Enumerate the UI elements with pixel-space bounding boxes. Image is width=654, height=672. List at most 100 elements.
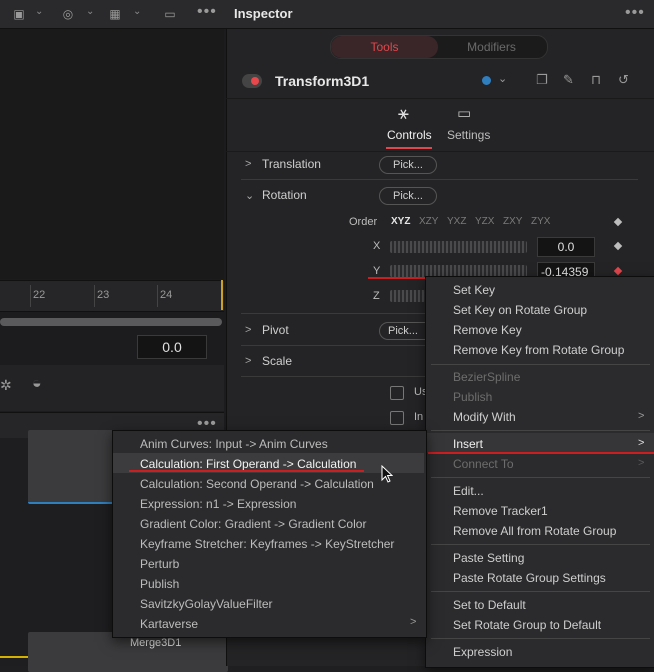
menu-separator [431, 477, 650, 478]
order-option[interactable]: ZXY [503, 216, 522, 227]
submenu-item[interactable]: Expression: n1 -> Expression [140, 497, 296, 511]
reset-icon[interactable]: ↺ [618, 72, 629, 88]
submenu-item[interactable]: Keyframe Stretcher: Keyframes -> KeyStre… [140, 537, 394, 551]
lock-icon[interactable]: ⊓ [591, 72, 601, 88]
time-ruler[interactable]: 22 23 24 [0, 280, 224, 312]
submenu-item[interactable]: Calculation: First Operand -> Calculatio… [140, 457, 356, 471]
chevron-right-icon: > [638, 457, 645, 469]
tick-line [157, 285, 158, 307]
chevron-down-icon[interactable]: ⌄ [35, 6, 43, 17]
submenu-item[interactable]: Gradient Color: Gradient -> Gradient Col… [140, 517, 366, 531]
order-option[interactable]: XYZ [391, 216, 410, 227]
divider [241, 345, 425, 346]
grid-icon[interactable]: ▦ [108, 7, 122, 21]
time-value-field[interactable]: 0.0 [137, 335, 207, 359]
chevron-down-icon[interactable]: ⌄ [86, 6, 94, 17]
annotation-line [428, 452, 654, 454]
menu-item-connect-to: Connect To [453, 457, 514, 471]
node-link [0, 656, 28, 658]
controls-tab-icon[interactable]: ⚹ [398, 103, 409, 124]
node-enable-toggle[interactable] [242, 74, 262, 88]
active-tab-indicator [386, 147, 432, 149]
menu-item-modify-with[interactable]: Modify With [453, 410, 516, 424]
gear-icon[interactable]: ✲ [0, 377, 14, 393]
annotation-line [368, 277, 426, 279]
chevron-right-icon: > [638, 437, 645, 449]
x-value-field[interactable]: 0.0 [537, 237, 595, 257]
order-option[interactable]: ZYX [531, 216, 550, 227]
chevron-right-icon[interactable]: > [245, 324, 251, 336]
tab-modifiers[interactable]: Modifiers [438, 36, 545, 58]
chevron-right-icon[interactable]: > [245, 158, 251, 170]
viewer-canvas[interactable] [0, 29, 224, 279]
color-channels-icon[interactable]: ◎ [61, 7, 75, 21]
axis-label-x: X [373, 240, 381, 252]
versions-icon[interactable]: ❐ [536, 72, 548, 88]
menu-item-set-key-group[interactable]: Set Key on Rotate Group [453, 303, 587, 317]
submenu-item[interactable]: SavitzkyGolayValueFilter [140, 597, 273, 611]
tick-line [30, 285, 31, 307]
playhead[interactable] [221, 280, 223, 310]
menu-item-paste-group[interactable]: Paste Rotate Group Settings [453, 571, 606, 585]
more-options-icon[interactable]: ••• [197, 3, 217, 21]
menu-item-remove-tracker[interactable]: Remove Tracker1 [453, 504, 548, 518]
checkbox-label: In [414, 411, 424, 423]
tab-tools[interactable]: Tools [331, 36, 438, 58]
checkbox[interactable] [390, 386, 404, 400]
submenu-item[interactable]: Perturb [140, 557, 179, 571]
merge-node[interactable] [28, 632, 228, 672]
tick-line [94, 285, 95, 307]
submenu-item[interactable]: Anim Curves: Input -> Anim Curves [140, 437, 328, 451]
section-translation[interactable]: Translation [262, 157, 321, 171]
tool-strip: ✲ ◒ [0, 365, 224, 411]
checkbox[interactable] [390, 411, 404, 425]
camera-icon[interactable]: ◒ [32, 375, 54, 397]
order-option[interactable]: XZY [419, 216, 438, 227]
chevron-right-icon: > [410, 616, 417, 628]
menu-separator [431, 364, 650, 365]
menu-item-insert[interactable]: Insert [453, 437, 483, 451]
viewer-options-icon[interactable]: ▣ [12, 7, 26, 21]
order-option[interactable]: YZX [475, 216, 494, 227]
menu-separator [431, 544, 650, 545]
mouse-cursor-icon [381, 465, 393, 483]
menu-item-edit[interactable]: Edit... [453, 484, 484, 498]
chevron-right-icon[interactable]: > [245, 355, 251, 367]
pick-button[interactable]: Pick... [379, 322, 426, 340]
submenu-item[interactable]: Kartaverse [140, 617, 198, 631]
menu-item-bezier: BezierSpline [453, 370, 521, 384]
more-options-icon[interactable]: ••• [625, 4, 645, 22]
x-slider[interactable] [390, 241, 527, 253]
submenu-item[interactable]: Calculation: Second Operand -> Calculati… [140, 477, 374, 491]
scrub-bar[interactable] [0, 318, 222, 326]
submenu-item[interactable]: Publish [140, 577, 179, 591]
chevron-down-icon[interactable]: ⌄ [133, 6, 141, 17]
z-slider[interactable] [390, 290, 425, 302]
section-pivot[interactable]: Pivot [262, 323, 289, 337]
merge-node-label: Merge3D1 [130, 637, 182, 649]
node-color-dot[interactable] [482, 76, 491, 85]
menu-item-remove-key-group[interactable]: Remove Key from Rotate Group [453, 343, 624, 357]
order-option[interactable]: YXZ [447, 216, 466, 227]
section-rotation[interactable]: Rotation [262, 188, 307, 202]
pick-button[interactable]: Pick... [379, 156, 437, 174]
menu-item-paste-setting[interactable]: Paste Setting [453, 551, 524, 565]
section-scale[interactable]: Scale [262, 354, 292, 368]
chevron-right-icon: > [638, 410, 645, 422]
menu-item-remove-all[interactable]: Remove All from Rotate Group [453, 524, 616, 538]
menu-item-set-group-default[interactable]: Set Rotate Group to Default [453, 618, 601, 632]
menu-item-expression[interactable]: Expression [453, 645, 512, 659]
pin-icon[interactable]: ✎ [563, 72, 574, 88]
tab-controls[interactable]: Controls [387, 128, 432, 142]
menu-item-remove-key[interactable]: Remove Key [453, 323, 522, 337]
frame-icon[interactable]: ▭ [161, 7, 179, 21]
tab-settings[interactable]: Settings [447, 128, 490, 142]
chevron-down-icon[interactable]: ⌄ [498, 72, 507, 85]
menu-separator [431, 638, 650, 639]
settings-tab-icon[interactable]: ▭ [457, 104, 471, 122]
pick-button[interactable]: Pick... [379, 187, 437, 205]
chevron-down-icon[interactable]: ⌄ [245, 189, 254, 202]
tick-label: 24 [160, 289, 173, 301]
menu-item-set-key[interactable]: Set Key [453, 283, 495, 297]
menu-item-set-default[interactable]: Set to Default [453, 598, 526, 612]
